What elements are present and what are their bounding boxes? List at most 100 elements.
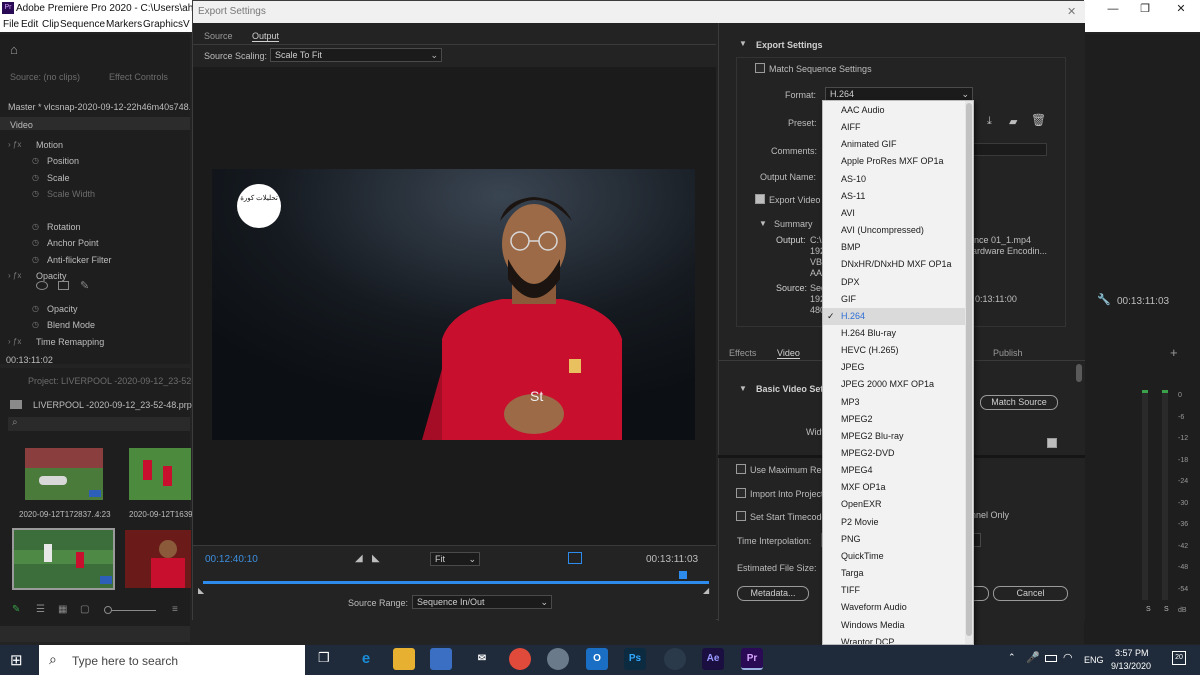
format-menu-item[interactable]: DPX [823, 274, 965, 291]
outlook-icon[interactable]: O [586, 648, 608, 670]
stopwatch-icon[interactable]: ◷ [32, 156, 39, 165]
rectangle-mask-icon[interactable] [58, 281, 69, 290]
menu-file[interactable]: File [3, 19, 19, 30]
export-video-checkbox[interactable] [755, 194, 765, 204]
icon-view-icon[interactable]: ▦ [58, 604, 67, 615]
delete-preset-icon[interactable]: 🗑 [1031, 113, 1046, 127]
format-menu-item[interactable]: MPEG2 Blu-ray [823, 428, 965, 445]
effect-row[interactable]: Opacity [47, 304, 78, 314]
file-explorer-icon[interactable] [393, 648, 415, 670]
format-menu-item[interactable]: MPEG2-DVD [823, 445, 965, 462]
stopwatch-icon[interactable]: ◷ [32, 173, 39, 182]
menu-edit[interactable]: Edit [21, 19, 38, 30]
effect-row[interactable]: Scale [47, 173, 70, 183]
tab-publish[interactable]: Publish [993, 348, 1023, 358]
match-sequence-checkbox[interactable] [755, 63, 765, 73]
format-menu-item[interactable]: MP3 [823, 394, 965, 411]
start-timecode-checkbox[interactable] [736, 511, 746, 521]
microphone-icon[interactable]: 🎤 [1026, 651, 1040, 664]
dialog-close-icon[interactable]: ✕ [1067, 1, 1076, 23]
playhead[interactable] [679, 571, 687, 579]
sort-icon[interactable]: ≡ [172, 604, 178, 615]
fit-dropdown[interactable]: Fit ⌄ [430, 552, 480, 566]
stopwatch-icon[interactable]: ◷ [32, 189, 39, 198]
pen-mask-icon[interactable]: ✎ [80, 279, 89, 292]
stopwatch-icon[interactable]: ◷ [32, 238, 39, 247]
thumbnail-3[interactable] [12, 528, 115, 590]
tray-expand-icon[interactable]: ⌃ [1008, 652, 1016, 663]
mark-in-icon[interactable]: ◢ [355, 553, 363, 564]
menu-markers[interactable]: Markers [106, 19, 142, 30]
format-menu-item[interactable]: MPEG2 [823, 411, 965, 428]
summary-arrow-icon[interactable]: ▼ [759, 219, 767, 228]
aspect-ratio-icon[interactable] [568, 552, 582, 564]
thumbnail-1[interactable] [25, 448, 103, 500]
edge-icon[interactable]: e [355, 648, 377, 670]
menu-view[interactable]: V [183, 19, 190, 30]
stopwatch-icon[interactable]: ◷ [32, 255, 39, 264]
menu-graphics[interactable]: Graphics [143, 19, 183, 30]
format-menu-item[interactable]: AAC Audio [823, 102, 965, 119]
format-menu-item[interactable]: MXF OP1a [823, 479, 965, 496]
mark-out-icon[interactable]: ◣ [372, 553, 380, 564]
menu-scrollbar-thumb[interactable] [966, 103, 972, 636]
thumbnail-4[interactable] [125, 530, 191, 588]
effect-row[interactable]: Anti-flicker Filter [47, 255, 112, 265]
format-menu-item[interactable]: P2 Movie [823, 514, 965, 531]
notification-icon[interactable]: 20 [1172, 651, 1186, 665]
close-button[interactable]: ✕ [1164, 0, 1198, 18]
clock-date[interactable]: 9/13/2020 [1111, 661, 1151, 671]
maximize-button[interactable]: ❐ [1128, 0, 1162, 18]
save-preset-icon[interactable]: ⤓ [987, 115, 992, 128]
format-menu-item[interactable]: OpenEXR [823, 496, 965, 513]
format-menu-item[interactable]: H.264 Blu-ray [823, 325, 965, 342]
format-menu-item[interactable]: PNG [823, 531, 965, 548]
collapse-arrow-icon[interactable]: ▼ [739, 39, 747, 48]
battery-icon[interactable] [1045, 655, 1057, 662]
effect-row[interactable]: Rotation [47, 222, 81, 232]
comments-input[interactable] [973, 143, 1047, 156]
clock-time[interactable]: 3:57 PM [1115, 648, 1149, 658]
import-project-checkbox[interactable] [736, 488, 746, 498]
format-menu-item[interactable]: Waveform Audio [823, 599, 965, 616]
format-menu-item[interactable]: Wraptor DCP [823, 634, 965, 644]
format-menu-item[interactable]: BMP [823, 239, 965, 256]
format-menu-item[interactable]: TIFF [823, 582, 965, 599]
format-menu-item[interactable]: QuickTime [823, 548, 965, 565]
format-dropdown[interactable]: H.264 ⌄ [825, 87, 973, 101]
effect-controls-tab[interactable]: Effect Controls [109, 72, 168, 82]
format-menu-item[interactable]: ✓ H.264 [823, 307, 965, 325]
format-menu-item[interactable]: MPEG4 [823, 462, 965, 479]
format-menu-item[interactable]: HEVC (H.265) [823, 342, 965, 359]
solo-right[interactable]: S [1164, 606, 1169, 613]
source-label[interactable]: Source: (no clips) [10, 72, 80, 82]
taskbar-search[interactable]: ⌕ Type here to search [39, 645, 305, 675]
import-preset-icon[interactable]: ▰ [1009, 115, 1017, 128]
chrome-icon[interactable] [509, 648, 531, 670]
tab-output[interactable]: Output [252, 31, 280, 42]
wifi-icon[interactable]: ◠ [1063, 651, 1073, 664]
minimize-button[interactable]: — [1096, 0, 1130, 18]
ellipse-mask-icon[interactable] [36, 281, 48, 290]
windows-start-icon[interactable]: ⊞ [10, 651, 23, 669]
tab-effects[interactable]: Effects [729, 348, 756, 358]
after-effects-icon[interactable]: Ae [702, 648, 724, 670]
format-menu-item[interactable]: DNxHR/DNxHD MXF OP1a [823, 256, 965, 273]
settings-scrollbar[interactable] [1076, 364, 1082, 382]
zoom-slider-handle[interactable] [104, 606, 112, 614]
format-menu-item[interactable]: AVI [823, 205, 965, 222]
effect-row[interactable]: Position [47, 156, 79, 166]
wrench-icon[interactable]: 🔧 [1097, 293, 1111, 306]
stopwatch-icon[interactable]: ◷ [32, 222, 39, 231]
range-end-handle[interactable]: ◢ [703, 586, 709, 595]
timeline-track[interactable] [203, 581, 709, 584]
stopwatch-icon[interactable]: ◷ [32, 304, 39, 313]
effect-row[interactable]: Opacity [36, 271, 67, 281]
effect-row[interactable]: Anchor Point [47, 238, 99, 248]
stopwatch-icon[interactable]: ◷ [32, 320, 39, 329]
home-icon[interactable]: ⌂ [10, 42, 18, 57]
fx-toggle-icon[interactable]: › ƒx [8, 337, 21, 346]
format-menu-item[interactable]: AIFF [823, 119, 965, 136]
metadata-button[interactable]: Metadata... [737, 586, 809, 601]
thumbnail-2[interactable] [129, 448, 191, 500]
